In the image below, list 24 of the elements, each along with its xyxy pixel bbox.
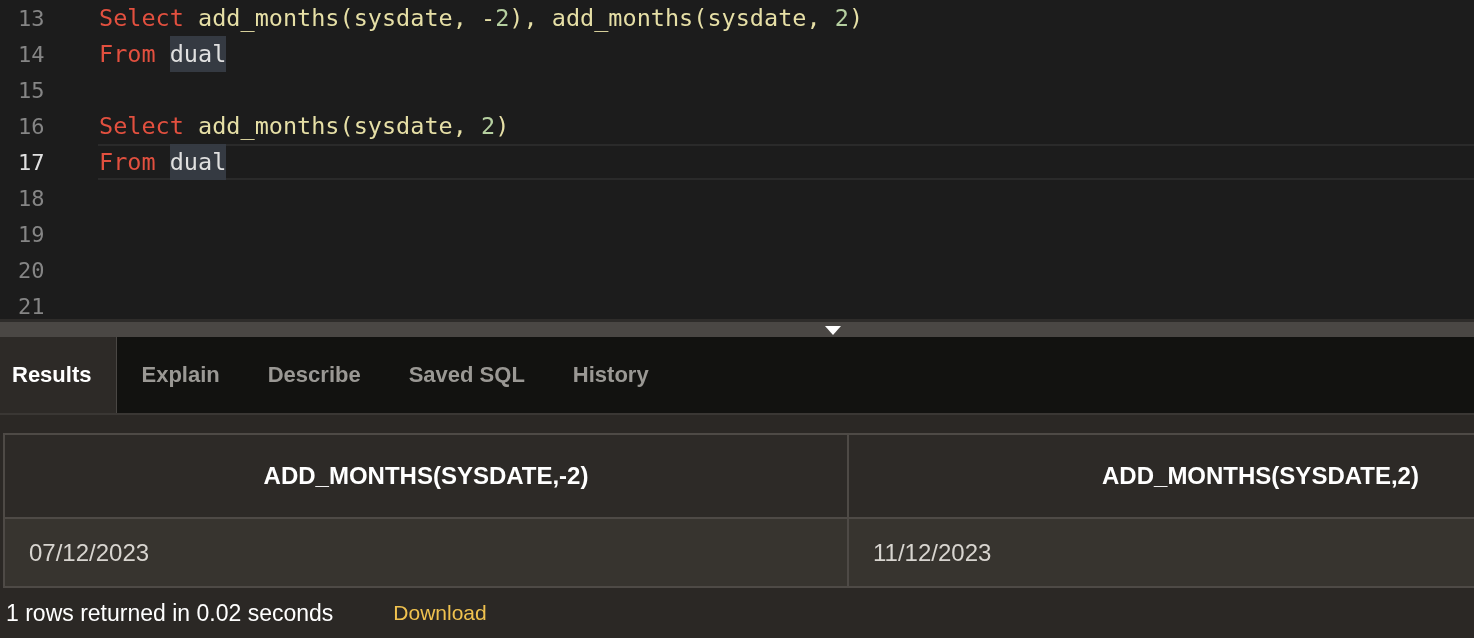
line-number: 20: [17, 257, 46, 283]
table-cell: 11/12/2023: [873, 538, 992, 566]
status-message: 1 rows returned in 0.02 seconds: [6, 599, 334, 627]
column-header: ADD_MONTHS(SYSDATE,-2): [263, 462, 589, 489]
line-number: 17: [17, 149, 46, 175]
tab[interactable]: Saved SQL: [384, 337, 549, 413]
collapse-triangle-icon[interactable]: [825, 326, 841, 336]
tab[interactable]: History: [548, 337, 673, 413]
tab[interactable]: Explain: [117, 337, 244, 413]
download-link[interactable]: Download: [393, 601, 487, 625]
line-number: 15: [17, 77, 46, 103]
code-line: Select add_months(sysdate, -2), add_months(sysdate, 2): [99, 4, 864, 32]
line-number: 21: [17, 293, 46, 319]
line-number: 19: [17, 221, 46, 247]
code-line: Select add_months(sysdate, 2): [99, 112, 510, 140]
tab[interactable]: Describe: [243, 337, 385, 413]
line-number: 13: [17, 5, 46, 31]
line-number: 14: [17, 41, 46, 67]
line-number: 16: [17, 113, 46, 139]
line-number: 18: [17, 185, 46, 211]
column-header: ADD_MONTHS(SYSDATE,2): [1102, 462, 1419, 489]
table-cell: 07/12/2023: [29, 538, 150, 566]
tab[interactable]: Results: [0, 337, 118, 413]
code-editor[interactable]: 13 Select add_months(sysdate, -2), add_months(sysdate, 2) 14 From dual 15 16 Select add_months(sysdate, 2) 17 From dual 18 19 20 21: [0, 0, 1474, 320]
